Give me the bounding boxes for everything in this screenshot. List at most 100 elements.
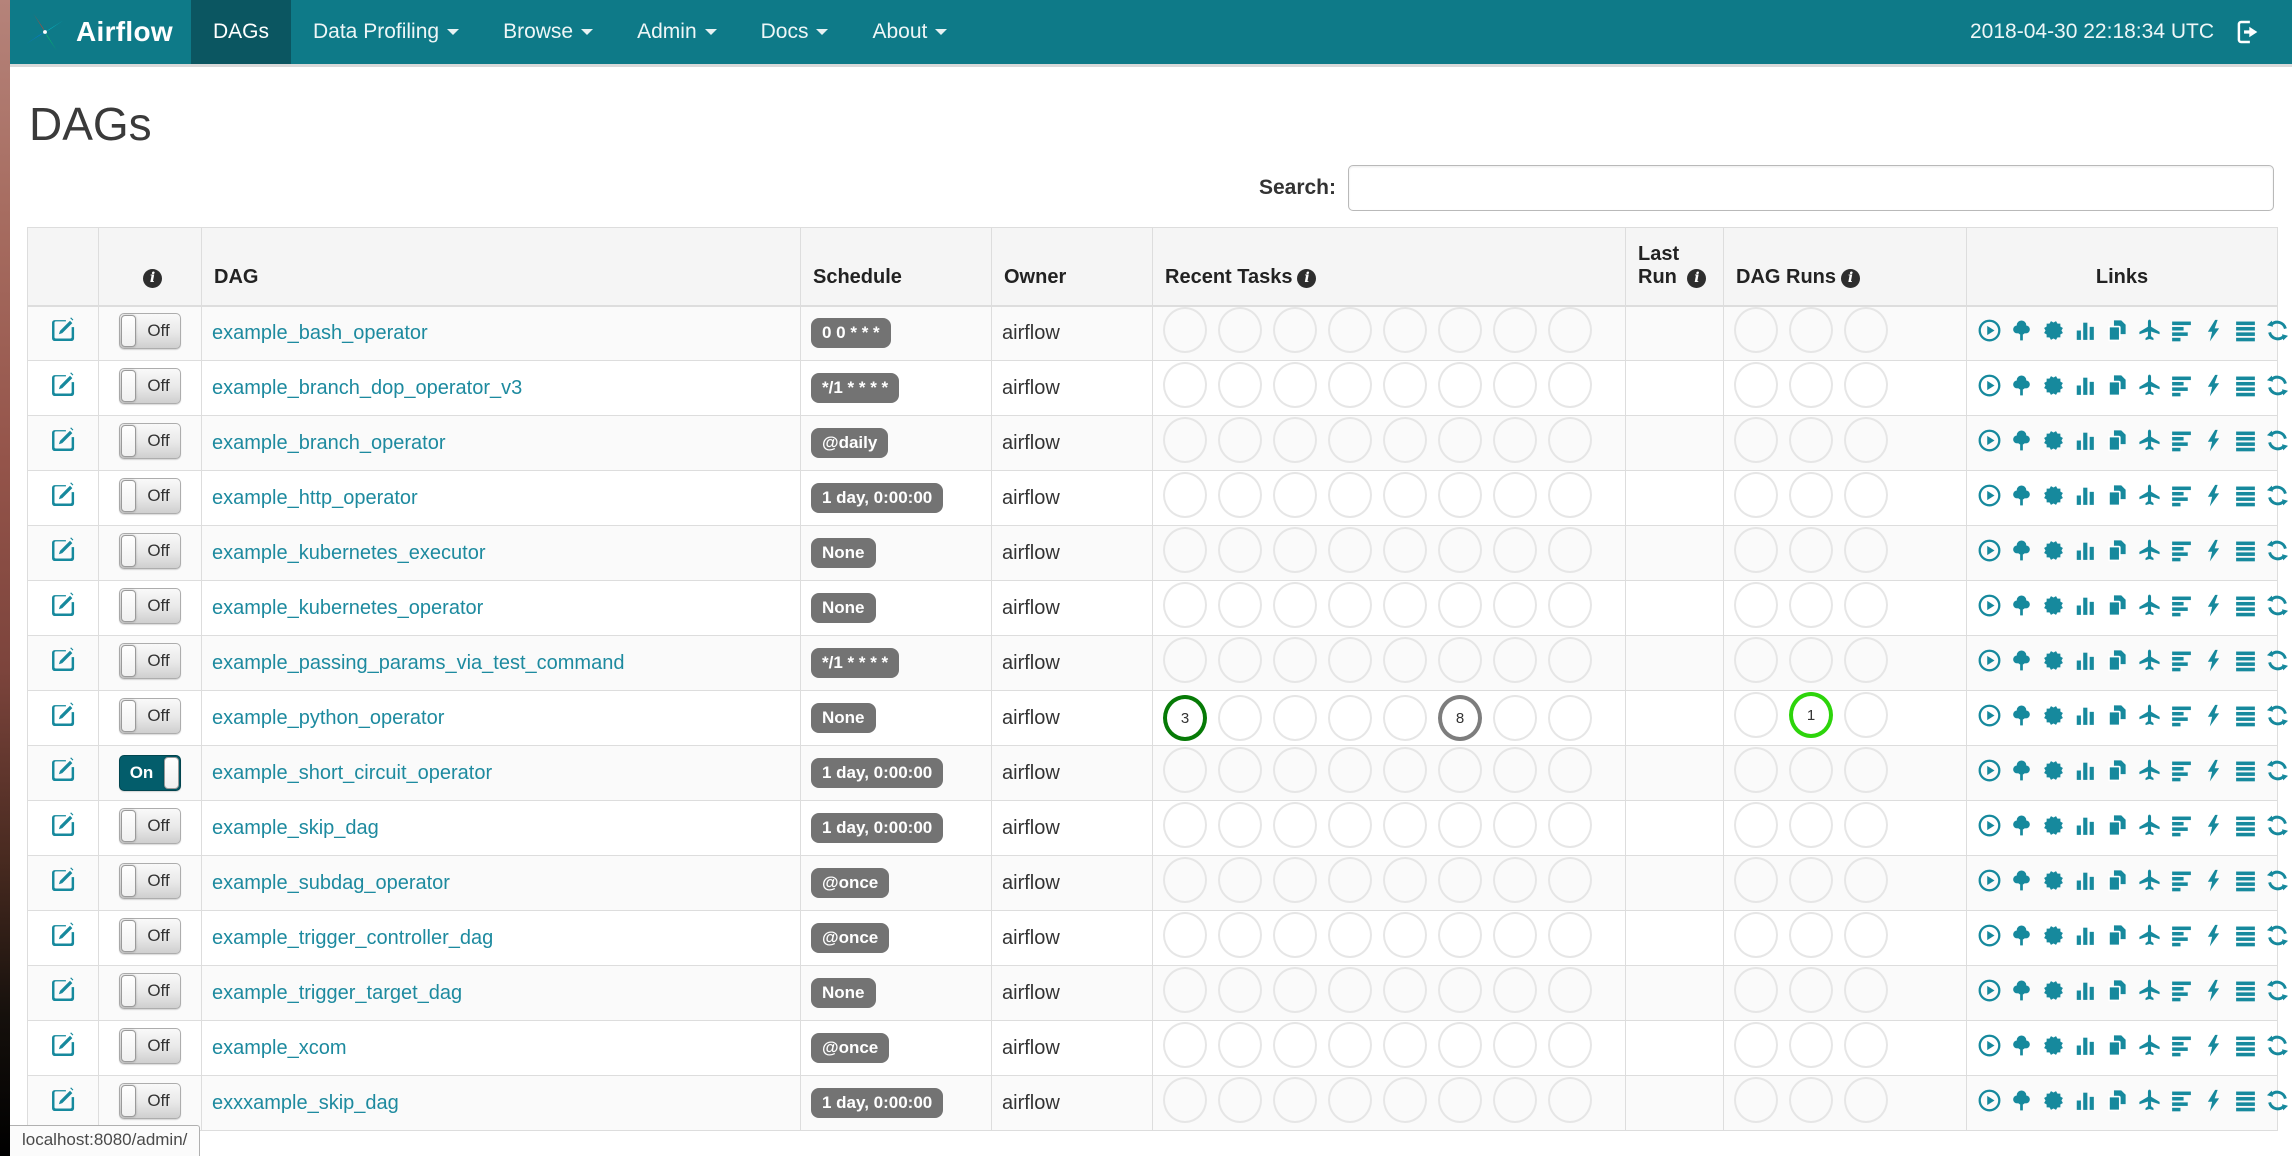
link-task-duration[interactable]: [2073, 318, 2098, 343]
link-gantt-view[interactable]: [2169, 868, 2194, 893]
link-logs[interactable]: [2233, 648, 2258, 673]
link-task-tries[interactable]: [2105, 593, 2130, 618]
search-input[interactable]: [1348, 165, 2274, 211]
link-trigger-dag[interactable]: [1977, 978, 2002, 1003]
dag-link[interactable]: example_passing_params_via_test_command: [212, 652, 624, 674]
edit-dag-button[interactable]: [49, 591, 77, 619]
link-refresh[interactable]: [2265, 593, 2290, 618]
link-tree-view[interactable]: [2009, 813, 2034, 838]
link-graph-view[interactable]: [2041, 703, 2066, 728]
link-code-view[interactable]: [2201, 593, 2226, 618]
dag-link[interactable]: example_branch_operator: [212, 432, 446, 454]
link-trigger-dag[interactable]: [1977, 1033, 2002, 1058]
link-code-view[interactable]: [2201, 428, 2226, 453]
link-task-duration[interactable]: [2073, 868, 2098, 893]
link-trigger-dag[interactable]: [1977, 538, 2002, 563]
link-task-tries[interactable]: [2105, 1088, 2130, 1113]
edit-dag-button[interactable]: [49, 1031, 77, 1059]
link-trigger-dag[interactable]: [1977, 318, 2002, 343]
dag-link[interactable]: example_bash_operator: [212, 322, 428, 344]
link-task-duration[interactable]: [2073, 373, 2098, 398]
edit-dag-button[interactable]: [49, 536, 77, 564]
link-logs[interactable]: [2233, 1033, 2258, 1058]
link-gantt-view[interactable]: [2169, 648, 2194, 673]
link-tree-view[interactable]: [2009, 648, 2034, 673]
link-logs[interactable]: [2233, 373, 2258, 398]
edit-dag-button[interactable]: [49, 1086, 77, 1114]
link-graph-view[interactable]: [2041, 593, 2066, 618]
link-gantt-view[interactable]: [2169, 758, 2194, 783]
link-landing-times[interactable]: [2137, 868, 2162, 893]
link-logs[interactable]: [2233, 813, 2258, 838]
link-tree-view[interactable]: [2009, 318, 2034, 343]
link-task-duration[interactable]: [2073, 428, 2098, 453]
dag-link[interactable]: exxxample_skip_dag: [212, 1092, 399, 1114]
dag-pause-toggle[interactable]: Off: [119, 808, 181, 844]
link-graph-view[interactable]: [2041, 1033, 2066, 1058]
navbar-brand[interactable]: Airflow: [10, 0, 191, 64]
link-gantt-view[interactable]: [2169, 538, 2194, 563]
link-refresh[interactable]: [2265, 923, 2290, 948]
link-gantt-view[interactable]: [2169, 813, 2194, 838]
link-landing-times[interactable]: [2137, 978, 2162, 1003]
link-code-view[interactable]: [2201, 978, 2226, 1003]
link-refresh[interactable]: [2265, 813, 2290, 838]
link-trigger-dag[interactable]: [1977, 758, 2002, 783]
link-landing-times[interactable]: [2137, 1033, 2162, 1058]
link-task-duration[interactable]: [2073, 703, 2098, 728]
link-trigger-dag[interactable]: [1977, 923, 2002, 948]
dag-link[interactable]: example_short_circuit_operator: [212, 762, 492, 784]
link-graph-view[interactable]: [2041, 373, 2066, 398]
link-landing-times[interactable]: [2137, 428, 2162, 453]
link-refresh[interactable]: [2265, 1088, 2290, 1113]
dag-pause-toggle[interactable]: Off: [119, 863, 181, 899]
nav-item-dags[interactable]: DAGs: [190, 0, 291, 64]
link-graph-view[interactable]: [2041, 538, 2066, 563]
link-tree-view[interactable]: [2009, 758, 2034, 783]
link-task-duration[interactable]: [2073, 648, 2098, 673]
link-landing-times[interactable]: [2137, 703, 2162, 728]
link-logs[interactable]: [2233, 1088, 2258, 1113]
link-code-view[interactable]: [2201, 923, 2226, 948]
link-trigger-dag[interactable]: [1977, 648, 2002, 673]
link-graph-view[interactable]: [2041, 318, 2066, 343]
link-task-duration[interactable]: [2073, 978, 2098, 1003]
dag-pause-toggle[interactable]: Off: [119, 918, 181, 954]
link-tree-view[interactable]: [2009, 593, 2034, 618]
edit-dag-button[interactable]: [49, 811, 77, 839]
link-task-tries[interactable]: [2105, 373, 2130, 398]
link-gantt-view[interactable]: [2169, 428, 2194, 453]
link-code-view[interactable]: [2201, 813, 2226, 838]
link-landing-times[interactable]: [2137, 758, 2162, 783]
link-trigger-dag[interactable]: [1977, 373, 2002, 398]
link-task-duration[interactable]: [2073, 483, 2098, 508]
link-landing-times[interactable]: [2137, 1088, 2162, 1113]
link-task-tries[interactable]: [2105, 813, 2130, 838]
link-logs[interactable]: [2233, 923, 2258, 948]
dag-pause-toggle[interactable]: Off: [119, 698, 181, 734]
link-task-duration[interactable]: [2073, 923, 2098, 948]
link-task-tries[interactable]: [2105, 648, 2130, 673]
edit-dag-button[interactable]: [49, 921, 77, 949]
link-graph-view[interactable]: [2041, 1088, 2066, 1113]
link-refresh[interactable]: [2265, 428, 2290, 453]
dag-pause-toggle[interactable]: Off: [119, 1028, 181, 1064]
link-landing-times[interactable]: [2137, 318, 2162, 343]
link-graph-view[interactable]: [2041, 648, 2066, 673]
link-landing-times[interactable]: [2137, 373, 2162, 398]
link-gantt-view[interactable]: [2169, 978, 2194, 1003]
nav-item-admin[interactable]: Admin: [615, 0, 739, 64]
link-code-view[interactable]: [2201, 1033, 2226, 1058]
link-logs[interactable]: [2233, 593, 2258, 618]
link-graph-view[interactable]: [2041, 813, 2066, 838]
link-landing-times[interactable]: [2137, 923, 2162, 948]
task-count-circle[interactable]: 3: [1163, 695, 1207, 741]
link-task-tries[interactable]: [2105, 868, 2130, 893]
edit-dag-button[interactable]: [49, 701, 77, 729]
dag-link[interactable]: example_kubernetes_operator: [212, 597, 483, 619]
link-gantt-view[interactable]: [2169, 593, 2194, 618]
link-tree-view[interactable]: [2009, 978, 2034, 1003]
dag-pause-toggle[interactable]: Off: [119, 313, 181, 350]
edit-dag-button[interactable]: [49, 756, 77, 784]
link-logs[interactable]: [2233, 318, 2258, 343]
